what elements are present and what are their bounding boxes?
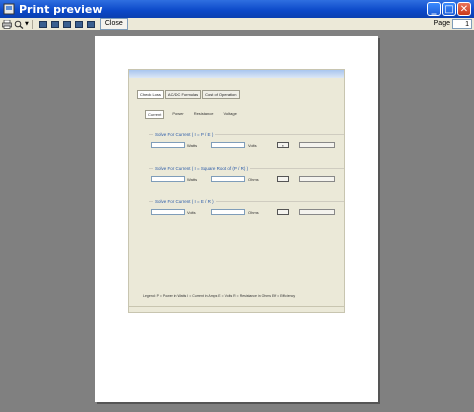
page-number-input[interactable]: 1 [452,19,472,29]
form-title-bar [129,70,344,78]
three-pages-icon[interactable] [62,20,72,29]
two-pages-icon[interactable] [50,20,60,29]
unit-label: Volts [248,143,257,148]
result-box [299,176,335,182]
calculate-button [277,209,289,215]
calculate-button: ▪ [277,142,289,148]
tab-resistance: Resistance [193,111,214,116]
printer-icon[interactable] [2,19,12,29]
unit-label: Watts [187,143,198,148]
tab-voltage: Voltage [223,111,237,116]
preview-page: Check Loss AC/DC Formulas Cost of Operat… [95,36,378,402]
toolbar: ▼ Close Page 1 [0,18,474,30]
tab-check-loss: Check Loss [137,90,164,99]
close-button[interactable]: Close [99,18,128,30]
input-2 [211,176,245,182]
solve-group-1: Solve For Current ( I = P / E ) Watts Vo… [149,132,344,161]
unit-label: Watts [187,177,198,182]
unit-label: Ohms [248,210,259,215]
input-1 [151,209,185,215]
sub-tabs: Current Power Resistance Voltage [145,110,239,119]
input-1 [151,176,185,182]
printed-form: Check Loss AC/DC Formulas Cost of Operat… [128,69,345,313]
page-label: Page [433,20,450,27]
tab-cost-of-operation: Cost of Operation [202,90,240,99]
main-tabs: Check Loss AC/DC Formulas Cost of Operat… [137,90,241,99]
window-title: Print preview [19,2,103,16]
tab-power: Power [172,111,184,116]
zoom-icon[interactable] [14,20,24,29]
input-2 [211,142,245,148]
input-1 [151,142,185,148]
app-icon [3,3,15,15]
solve-group-3: Solve For Current ( I = E / R ) Volts Oh… [149,199,344,228]
legend-text: Legend: P = Power in Watts I = Current i… [143,294,296,298]
title-bar: Print preview _ □ ✕ [0,0,474,18]
minimize-button[interactable]: _ [427,2,441,16]
calculate-button [277,176,289,182]
result-box [299,142,335,148]
six-pages-icon[interactable] [86,20,96,29]
divider [129,306,344,307]
unit-label: Ohms [248,177,259,182]
group-title: Solve For Current ( I = P / E ) [153,132,216,137]
toolbar-separator [31,19,33,29]
unit-label: Volts [187,210,196,215]
solve-group-2: Solve For Current ( I = Square Root of (… [149,166,344,195]
result-box [299,209,335,215]
four-pages-icon[interactable] [74,20,84,29]
group-title: Solve For Current ( I = E / R ) [153,199,216,204]
close-window-button[interactable]: ✕ [457,2,471,16]
chevron-down-icon[interactable]: ▼ [25,21,29,27]
input-2 [211,209,245,215]
tab-current: Current [145,110,165,119]
maximize-button[interactable]: □ [442,2,456,16]
one-page-icon[interactable] [38,20,48,29]
tab-acdc-formulas: AC/DC Formulas [164,90,202,99]
group-title: Solve For Current ( I = Square Root of (… [153,166,251,171]
